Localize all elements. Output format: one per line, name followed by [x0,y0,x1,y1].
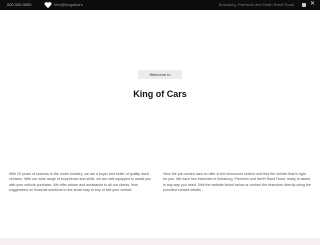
hero-section: Welcome to King of Cars [0,10,320,165]
address-text: Boksburg, Premium and North Rand Road [218,2,294,7]
footer-strip [0,238,320,245]
top-bar: 000 000 0000 info@kingofcars Boksburg, P… [0,0,320,10]
welcome-badge: Welcome to [138,70,182,79]
phone-number[interactable]: 000 000 0000 [7,2,31,7]
intro-left-paragraph: With 20 years of success in the motor in… [9,172,152,193]
page-title: King of Cars [133,89,187,99]
social-icon[interactable] [302,3,306,7]
email-link[interactable]: info@kingofcars [54,2,83,7]
heart-icon [44,2,52,9]
intro-right-paragraph: View the pre-owned cars on offer in the … [163,172,311,193]
close-icon[interactable]: ✕ [310,1,315,8]
